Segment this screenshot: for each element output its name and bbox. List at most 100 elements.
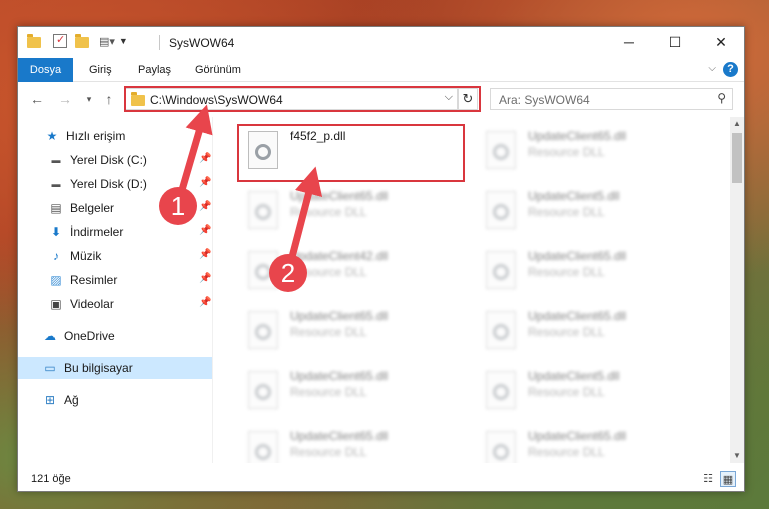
dll-file-icon [486,431,516,463]
pin-icon[interactable]: 📌 [199,177,211,188]
title-bar: ✓ ▤▾ ▼ SysWOW64 ─ ☐ ✕ [18,27,744,58]
navigation-pane: ★ Hızlı erişim ▬ Yerel Disk (C:) 📌 ▬ Yer… [18,117,212,463]
customize-icon[interactable]: ▤▾ [99,35,115,48]
sidebar-item-label: Hızlı erişim [66,129,126,143]
up-button[interactable]: ↑ [100,90,118,108]
cloud-icon: ☁ [44,329,56,343]
file-name: UpdateClient65.dll [528,249,627,263]
file-type: Resource DLL [290,325,367,339]
documents-icon: ▤ [50,201,62,215]
network-icon: ⊞ [44,393,56,407]
file-type: Resource DLL [290,205,367,219]
sidebar-item-this-pc[interactable]: ▭ Bu bilgisayar [18,357,212,379]
videos-icon: ▣ [50,297,62,311]
quick-access-toolbar: ✓ ▤▾ ▼ [27,34,128,48]
dll-file-icon [486,311,516,349]
downloads-icon: ⬇ [50,225,62,239]
search-box[interactable]: Ara: SysWOW64 ⚲ [490,88,733,110]
close-button[interactable]: ✕ [698,27,744,57]
help-icon[interactable]: ? [723,62,738,77]
pin-icon[interactable]: 📌 [199,297,211,308]
music-icon: ♪ [53,249,59,263]
pin-icon[interactable]: 📌 [199,153,211,164]
sidebar-item-music[interactable]: ♪ Müzik 📌 [18,245,212,267]
dll-file-icon [248,311,278,349]
sidebar-item-downloads[interactable]: ⬇ İndirmeler 📌 [18,221,212,243]
sidebar-item-local-disk-d[interactable]: ▬ Yerel Disk (D:) 📌 [18,173,212,195]
pin-icon[interactable]: 📌 [199,273,211,284]
file-name: UpdateClient65.dll [528,129,627,143]
sidebar-item-label: Belgeler [70,201,115,215]
navigation-bar: ← → ▾ ↑ C:\Windows\SysWOW64 ⌵ ↻ Ara: Sys… [18,83,744,115]
folder-icon [27,34,41,48]
file-name: UpdateClient65.dll [290,309,389,323]
tab-home[interactable]: Giriş [81,58,120,82]
file-item[interactable]: UpdateClient65.dll Resource DLL [240,363,466,417]
sidebar-item-label: Müzik [70,249,102,263]
sidebar-item-pictures[interactable]: ▨ Resimler 📌 [18,269,212,291]
file-name: UpdateClient65.dll [290,369,389,383]
search-placeholder[interactable]: Ara: SysWOW64 [499,93,590,107]
sidebar-item-local-disk-c[interactable]: ▬ Yerel Disk (C:) 📌 [18,149,212,171]
recent-locations-icon[interactable]: ▾ [80,90,98,108]
sidebar-item-label: Videolar [70,297,114,311]
maximize-button[interactable]: ☐ [652,27,698,57]
expand-ribbon-icon[interactable]: ⌵ [708,63,716,74]
back-button[interactable]: ← [28,90,46,108]
search-icon[interactable]: ⚲ [717,91,726,105]
minimize-button[interactable]: ─ [606,27,652,57]
file-item[interactable]: UpdateClient65.dll Resource DLL [478,123,704,177]
scroll-thumb[interactable] [732,133,742,183]
sidebar-item-label: Yerel Disk (D:) [70,177,147,191]
file-item[interactable]: UpdateClient65.dll Resource DLL [240,423,466,463]
drive-icon: ▬ [51,155,61,165]
file-name: UpdateClient42.dll [290,249,389,263]
forward-button[interactable]: → [56,90,74,108]
file-type: Resource DLL [528,385,605,399]
file-item[interactable]: UpdateClient65.dll Resource DLL [478,423,704,463]
file-name: UpdateClient5.dll [528,189,620,203]
file-item[interactable]: UpdateClient5.dll Resource DLL [478,363,704,417]
file-type: Resource DLL [528,145,605,159]
pin-icon[interactable]: 📌 [199,249,211,260]
scroll-up-icon[interactable]: ▲ [730,117,744,131]
file-item[interactable]: UpdateClient42.dll Resource DLL [240,243,466,297]
sidebar-item-label: Bu bilgisayar [64,361,133,375]
file-item[interactable]: UpdateClient65.dll Resource DLL [478,243,704,297]
tab-share[interactable]: Paylaş [130,58,179,82]
new-folder-icon[interactable] [75,34,89,48]
file-type: Resource DLL [290,445,367,459]
pane-divider [212,117,213,463]
sidebar-item-onedrive[interactable]: ☁ OneDrive [18,325,212,347]
sidebar-item-documents[interactable]: ▤ Belgeler 📌 [18,197,212,219]
file-item[interactable]: UpdateClient65.dll Resource DLL [240,183,466,237]
file-item[interactable]: UpdateClient65.dll Resource DLL [240,303,466,357]
file-type: Resource DLL [528,445,605,459]
title-separator [159,35,160,50]
properties-icon[interactable]: ✓ [53,34,67,48]
dll-file-icon [486,191,516,229]
tab-view[interactable]: Görünüm [187,58,249,82]
sidebar-item-network[interactable]: ⊞ Ağ [18,389,212,411]
file-type: Resource DLL [528,205,605,219]
file-type: Resource DLL [528,265,605,279]
scroll-down-icon[interactable]: ▼ [730,449,744,463]
tab-file[interactable]: Dosya [18,58,73,82]
file-item[interactable]: UpdateClient5.dll Resource DLL [478,183,704,237]
qa-dropdown-icon[interactable]: ▼ [119,36,128,46]
pin-icon[interactable]: 📌 [199,225,211,236]
details-view-icon[interactable]: ☷ [700,471,716,487]
window-title: SysWOW64 [169,36,235,50]
file-item[interactable]: UpdateClient65.dll Resource DLL [478,303,704,357]
star-icon: ★ [46,129,58,143]
large-icons-view-icon[interactable]: ▦ [720,471,736,487]
sidebar-item-quick-access[interactable]: ★ Hızlı erişim [18,125,212,147]
vertical-scrollbar[interactable]: ▲ ▼ [730,117,744,463]
file-name: UpdateClient65.dll [290,429,389,443]
ribbon-tabs: Dosya Giriş Paylaş Görünüm ⌵ ? [18,58,744,82]
dll-file-icon [248,191,278,229]
file-name: UpdateClient65.dll [290,189,389,203]
sidebar-item-videos[interactable]: ▣ Videolar 📌 [18,293,212,315]
sidebar-item-label: Ağ [64,393,79,407]
pin-icon[interactable]: 📌 [199,201,211,212]
